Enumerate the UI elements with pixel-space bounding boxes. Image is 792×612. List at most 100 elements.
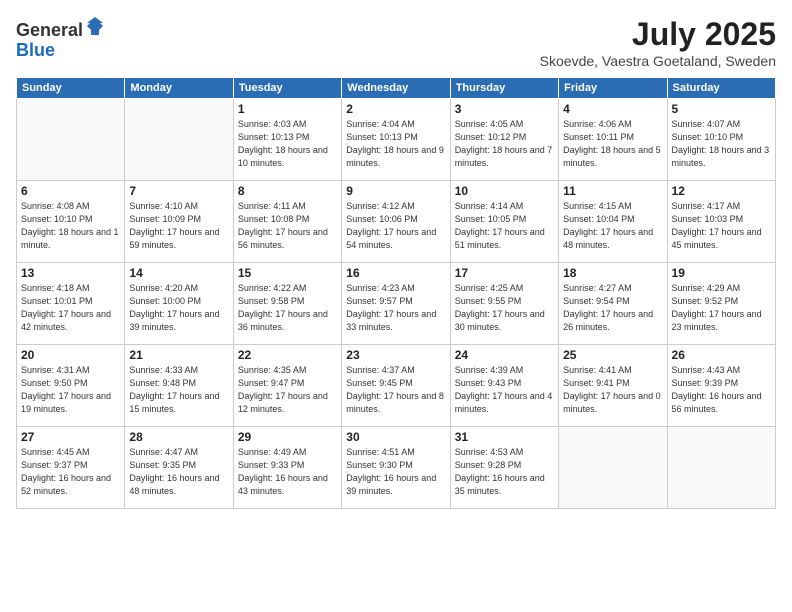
day-number: 5 (672, 102, 771, 116)
table-cell: 4 Sunrise: 4:06 AM Sunset: 10:11 PM Dayli… (559, 99, 667, 181)
week-row-1: 1 Sunrise: 4:03 AM Sunset: 10:13 PM Dayli… (17, 99, 776, 181)
logo-blue: Blue (16, 40, 55, 60)
day-number: 19 (672, 266, 771, 280)
logo-text: General (16, 16, 105, 41)
table-cell: 19 Sunrise: 4:29 AM Sunset: 9:52 PM Dayli… (667, 263, 775, 345)
header-tuesday: Tuesday (233, 78, 341, 99)
table-cell (17, 99, 125, 181)
month-title: July 2025 (540, 16, 776, 53)
header-monday: Monday (125, 78, 233, 99)
day-info: Sunrise: 4:45 AM Sunset: 9:37 PM Dayligh… (21, 446, 120, 498)
day-info: Sunrise: 4:11 AM Sunset: 10:08 PM Daylig… (238, 200, 337, 252)
table-cell: 24 Sunrise: 4:39 AM Sunset: 9:43 PM Dayli… (450, 345, 558, 427)
header-saturday: Saturday (667, 78, 775, 99)
header-sunday: Sunday (17, 78, 125, 99)
week-row-3: 13Sunrise: 4:18 AM Sunset: 10:01 PM Dayl… (17, 263, 776, 345)
table-cell: 23Sunrise: 4:37 AM Sunset: 9:45 PM Dayli… (342, 345, 450, 427)
table-cell: 15 Sunrise: 4:22 AM Sunset: 9:58 PM Dayli… (233, 263, 341, 345)
table-cell: 13Sunrise: 4:18 AM Sunset: 10:01 PM Dayl… (17, 263, 125, 345)
table-cell: 1 Sunrise: 4:03 AM Sunset: 10:13 PM Dayli… (233, 99, 341, 181)
table-cell: 18Sunrise: 4:27 AM Sunset: 9:54 PM Dayli… (559, 263, 667, 345)
location-title: Skoevde, Vaestra Goetaland, Sweden (540, 53, 776, 69)
day-info: Sunrise: 4:15 AM Sunset: 10:04 PM Daylig… (563, 200, 662, 252)
day-info: Sunrise: 4:33 AM Sunset: 9:48 PM Dayligh… (129, 364, 228, 416)
day-info: Sunrise: 4:17 AM Sunset: 10:03 PM Daylig… (672, 200, 771, 252)
day-info: Sunrise: 4:41 AM Sunset: 9:41 PM Dayligh… (563, 364, 662, 416)
day-info: Sunrise: 4:47 AM Sunset: 9:35 PM Dayligh… (129, 446, 228, 498)
day-number: 26 (672, 348, 771, 362)
day-number: 15 (238, 266, 337, 280)
table-cell: 7 Sunrise: 4:10 AM Sunset: 10:09 PM Dayli… (125, 181, 233, 263)
day-number: 1 (238, 102, 337, 116)
day-info: Sunrise: 4:03 AM Sunset: 10:13 PM Daylig… (238, 118, 337, 170)
day-info: Sunrise: 4:05 AM Sunset: 10:12 PM Daylig… (455, 118, 554, 170)
day-info: Sunrise: 4:39 AM Sunset: 9:43 PM Dayligh… (455, 364, 554, 416)
day-number: 10 (455, 184, 554, 198)
day-info: Sunrise: 4:20 AM Sunset: 10:00 PM Daylig… (129, 282, 228, 334)
logo: General Blue (16, 16, 105, 61)
table-cell: 27 Sunrise: 4:45 AM Sunset: 9:37 PM Dayli… (17, 427, 125, 509)
table-cell: 31Sunrise: 4:53 AM Sunset: 9:28 PM Dayli… (450, 427, 558, 509)
day-info: Sunrise: 4:14 AM Sunset: 10:05 PM Daylig… (455, 200, 554, 252)
day-number: 29 (238, 430, 337, 444)
day-info: Sunrise: 4:08 AM Sunset: 10:10 PM Daylig… (21, 200, 120, 252)
day-number: 2 (346, 102, 445, 116)
day-number: 3 (455, 102, 554, 116)
day-info: Sunrise: 4:35 AM Sunset: 9:47 PM Dayligh… (238, 364, 337, 416)
day-number: 7 (129, 184, 228, 198)
day-number: 20 (21, 348, 120, 362)
day-info: Sunrise: 4:37 AM Sunset: 9:45 PM Dayligh… (346, 364, 445, 416)
day-info: Sunrise: 4:49 AM Sunset: 9:33 PM Dayligh… (238, 446, 337, 498)
day-number: 8 (238, 184, 337, 198)
day-number: 9 (346, 184, 445, 198)
day-number: 21 (129, 348, 228, 362)
day-number: 12 (672, 184, 771, 198)
day-number: 24 (455, 348, 554, 362)
day-number: 17 (455, 266, 554, 280)
table-cell: 8 Sunrise: 4:11 AM Sunset: 10:08 PM Dayli… (233, 181, 341, 263)
table-cell: 20 Sunrise: 4:31 AM Sunset: 9:50 PM Dayli… (17, 345, 125, 427)
day-info: Sunrise: 4:43 AM Sunset: 9:39 PM Dayligh… (672, 364, 771, 416)
day-info: Sunrise: 4:04 AM Sunset: 10:13 PM Daylig… (346, 118, 445, 170)
day-info: Sunrise: 4:10 AM Sunset: 10:09 PM Daylig… (129, 200, 228, 252)
table-cell: 14Sunrise: 4:20 AM Sunset: 10:00 PM Dayl… (125, 263, 233, 345)
table-cell: 26 Sunrise: 4:43 AM Sunset: 9:39 PM Dayli… (667, 345, 775, 427)
table-cell (125, 99, 233, 181)
day-info: Sunrise: 4:22 AM Sunset: 9:58 PM Dayligh… (238, 282, 337, 334)
table-cell: 17 Sunrise: 4:25 AM Sunset: 9:55 PM Dayli… (450, 263, 558, 345)
calendar-table: Sunday Monday Tuesday Wednesday Thursday… (16, 77, 776, 509)
table-cell: 10 Sunrise: 4:14 AM Sunset: 10:05 PM Dayl… (450, 181, 558, 263)
table-cell: 6Sunrise: 4:08 AM Sunset: 10:10 PM Dayli… (17, 181, 125, 263)
week-row-4: 20 Sunrise: 4:31 AM Sunset: 9:50 PM Dayli… (17, 345, 776, 427)
header-wednesday: Wednesday (342, 78, 450, 99)
table-cell: 11Sunrise: 4:15 AM Sunset: 10:04 PM Dayl… (559, 181, 667, 263)
day-number: 22 (238, 348, 337, 362)
day-info: Sunrise: 4:25 AM Sunset: 9:55 PM Dayligh… (455, 282, 554, 334)
day-number: 16 (346, 266, 445, 280)
weekday-header-row: Sunday Monday Tuesday Wednesday Thursday… (17, 78, 776, 99)
day-info: Sunrise: 4:23 AM Sunset: 9:57 PM Dayligh… (346, 282, 445, 334)
day-info: Sunrise: 4:31 AM Sunset: 9:50 PM Dayligh… (21, 364, 120, 416)
logo-blue-text: Blue (16, 41, 105, 61)
day-number: 25 (563, 348, 662, 362)
title-block: July 2025 Skoevde, Vaestra Goetaland, Sw… (540, 16, 776, 69)
header: General Blue July 2025 Skoevde, Vaestra … (16, 16, 776, 69)
table-cell: 3 Sunrise: 4:05 AM Sunset: 10:12 PM Dayli… (450, 99, 558, 181)
table-cell: 28Sunrise: 4:47 AM Sunset: 9:35 PM Dayli… (125, 427, 233, 509)
table-cell (667, 427, 775, 509)
table-cell (559, 427, 667, 509)
calendar-page: General Blue July 2025 Skoevde, Vaestra … (0, 0, 792, 612)
day-number: 27 (21, 430, 120, 444)
day-info: Sunrise: 4:06 AM Sunset: 10:11 PM Daylig… (563, 118, 662, 170)
header-thursday: Thursday (450, 78, 558, 99)
day-number: 4 (563, 102, 662, 116)
day-info: Sunrise: 4:27 AM Sunset: 9:54 PM Dayligh… (563, 282, 662, 334)
day-info: Sunrise: 4:12 AM Sunset: 10:06 PM Daylig… (346, 200, 445, 252)
day-info: Sunrise: 4:29 AM Sunset: 9:52 PM Dayligh… (672, 282, 771, 334)
table-cell: 9 Sunrise: 4:12 AM Sunset: 10:06 PM Dayli… (342, 181, 450, 263)
day-info: Sunrise: 4:53 AM Sunset: 9:28 PM Dayligh… (455, 446, 554, 498)
day-number: 13 (21, 266, 120, 280)
table-cell: 29 Sunrise: 4:49 AM Sunset: 9:33 PM Dayli… (233, 427, 341, 509)
day-info: Sunrise: 4:51 AM Sunset: 9:30 PM Dayligh… (346, 446, 445, 498)
table-cell: 25 Sunrise: 4:41 AM Sunset: 9:41 PM Dayli… (559, 345, 667, 427)
